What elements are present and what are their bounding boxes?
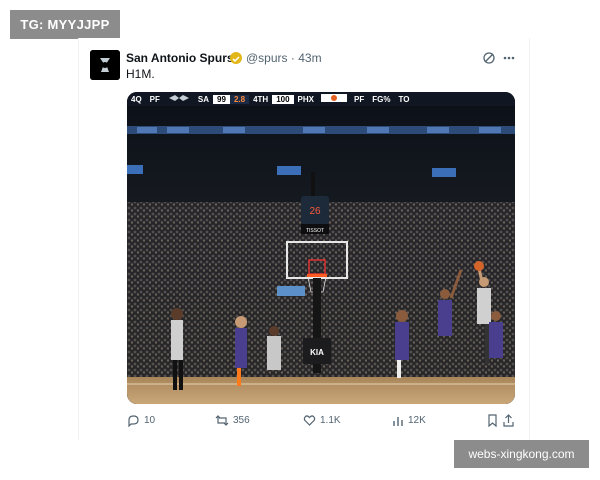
away-score: 100	[272, 94, 294, 104]
reply-icon	[128, 415, 139, 427]
spurs-logo-icon	[90, 50, 120, 80]
bookmark-button[interactable]	[487, 414, 498, 427]
game-clock: 2.8	[229, 94, 250, 104]
share-icon	[503, 414, 514, 427]
scorebug-right-pf: PF	[354, 94, 365, 104]
spurs-logo-small-icon	[164, 94, 194, 104]
home-team-abbr: SA	[197, 94, 210, 104]
scorebug-left-pf: PF	[149, 94, 160, 104]
grok-icon[interactable]	[482, 51, 496, 65]
avatar[interactable]	[90, 50, 120, 80]
tweet-media-image[interactable]: 26 TISSOT KIA 4Q PF SA 99 2.8 4TH 100 PH…	[127, 92, 515, 404]
kia-logo-text: KIA	[310, 348, 324, 357]
author-handle[interactable]: @spurs	[246, 51, 288, 65]
watermark-bottom-right: webs-xingkong.com	[454, 440, 589, 468]
tissot-sponsor-text: TISSOT	[306, 228, 324, 234]
home-score: 99	[213, 94, 230, 104]
repost-icon	[215, 415, 229, 426]
repost-button[interactable]: 356	[215, 414, 250, 427]
like-count: 1.1K	[320, 415, 341, 426]
heart-icon	[303, 415, 316, 426]
view-count: 12K	[408, 415, 426, 426]
reply-count: 10	[144, 415, 156, 426]
scorebug-left-quarter: 4Q	[131, 94, 142, 104]
suns-logo-small-icon	[318, 94, 350, 104]
tweet-action-bar: 10 356 1.1K 12K	[127, 414, 515, 430]
tweet-time[interactable]: 43m	[298, 51, 321, 65]
repost-count: 356	[233, 415, 250, 426]
reply-button[interactable]: 10	[127, 414, 155, 427]
broadcast-scorebug: 4Q PF SA 99 2.8 4TH 100 PHX PF FG% TO	[127, 92, 515, 106]
views-button[interactable]: 12K	[392, 414, 426, 427]
like-button[interactable]: 1.1K	[303, 414, 341, 427]
arena-photo: 26 TISSOT KIA	[127, 92, 515, 404]
separator-dot: ·	[290, 51, 295, 65]
tweet-text: H1M.	[126, 67, 155, 81]
scorebug-right-fg: FG%	[372, 94, 391, 104]
shot-clock-value: 26	[309, 206, 321, 217]
scorebug-right-to: TO	[398, 94, 410, 104]
more-options-icon[interactable]	[502, 51, 516, 65]
share-button[interactable]	[503, 414, 514, 427]
bookmark-icon	[488, 414, 497, 427]
verified-badge-icon	[230, 52, 242, 64]
handle-and-time: @spurs · 43m	[246, 51, 322, 65]
away-team-abbr: PHX	[297, 94, 314, 104]
watermark-top-left: TG: MYYJJPP	[10, 10, 120, 39]
game-quarter: 4TH	[253, 94, 269, 104]
author-name[interactable]: San Antonio Spurs	[126, 51, 234, 65]
views-chart-icon	[393, 417, 403, 426]
